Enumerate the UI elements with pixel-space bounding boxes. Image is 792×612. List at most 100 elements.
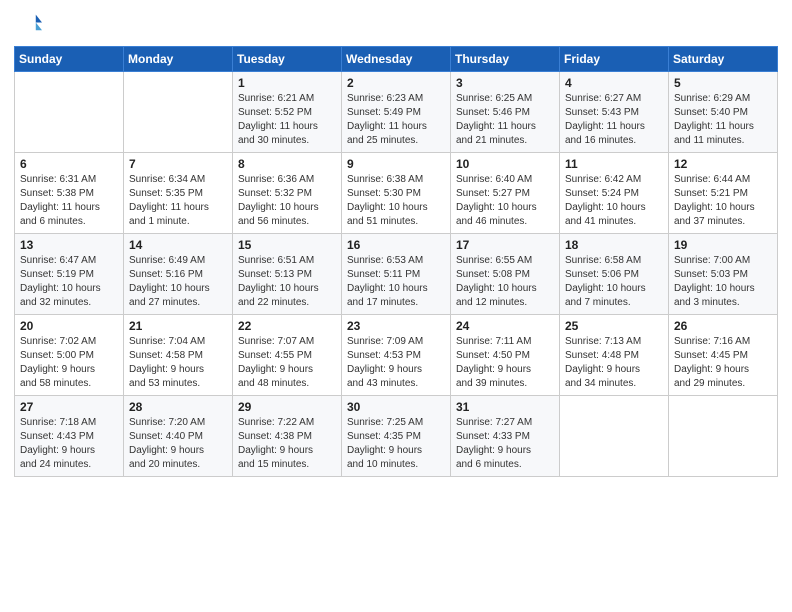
calendar-cell: 23Sunrise: 7:09 AM Sunset: 4:53 PM Dayli… [342,315,451,396]
day-info: Sunrise: 6:53 AM Sunset: 5:11 PM Dayligh… [347,254,445,310]
col-header-friday: Friday [560,47,669,72]
day-number: 31 [456,400,554,414]
day-info: Sunrise: 6:36 AM Sunset: 5:32 PM Dayligh… [238,173,336,229]
day-info: Sunrise: 6:58 AM Sunset: 5:06 PM Dayligh… [565,254,663,310]
day-number: 29 [238,400,336,414]
day-number: 11 [565,157,663,171]
day-info: Sunrise: 6:34 AM Sunset: 5:35 PM Dayligh… [129,173,227,229]
day-info: Sunrise: 6:49 AM Sunset: 5:16 PM Dayligh… [129,254,227,310]
day-number: 28 [129,400,227,414]
col-header-tuesday: Tuesday [233,47,342,72]
day-info: Sunrise: 6:42 AM Sunset: 5:24 PM Dayligh… [565,173,663,229]
day-number: 10 [456,157,554,171]
calendar-cell: 20 Sunrise: 7:02 AM Sunset: 5:00 PM Dayli… [15,315,124,396]
day-info: Sunrise: 6:29 AM Sunset: 5:40 PM Dayligh… [674,92,772,148]
day-info: Sunrise: 6:31 AM Sunset: 5:38 PM Dayligh… [20,173,118,229]
day-number: 20 [20,319,118,333]
day-number: 30 [347,400,445,414]
calendar-header-row: SundayMondayTuesdayWednesdayThursdayFrid… [15,47,778,72]
day-info: Sunrise: 7:00 AM Sunset: 5:03 PM Dayligh… [674,254,772,310]
calendar-cell: 19 Sunrise: 7:00 AM Sunset: 5:03 PM Dayli… [669,234,778,315]
calendar-cell: 2 Sunrise: 6:23 AM Sunset: 5:49 PM Daylig… [342,72,451,153]
day-number: 26 [674,319,772,333]
calendar-cell: 9 Sunrise: 6:38 AM Sunset: 5:30 PM Daylig… [342,153,451,234]
day-info: Sunrise: 7:27 AM Sunset: 4:33 PM Dayligh… [456,416,554,472]
calendar-cell: 5 Sunrise: 6:29 AM Sunset: 5:40 PM Daylig… [669,72,778,153]
calendar-cell: 11 Sunrise: 6:42 AM Sunset: 5:24 PM Dayli… [560,153,669,234]
day-info: Sunrise: 6:38 AM Sunset: 5:30 PM Dayligh… [347,173,445,229]
calendar-cell: 13 Sunrise: 6:47 AM Sunset: 5:19 PM Dayli… [15,234,124,315]
day-number: 18 [565,238,663,252]
calendar-cell: 16Sunrise: 6:53 AM Sunset: 5:11 PM Dayli… [342,234,451,315]
day-info: Sunrise: 6:40 AM Sunset: 5:27 PM Dayligh… [456,173,554,229]
day-number: 6 [20,157,118,171]
calendar-cell: 14Sunrise: 6:49 AM Sunset: 5:16 PM Dayli… [124,234,233,315]
calendar-cell: 7Sunrise: 6:34 AM Sunset: 5:35 PM Daylig… [124,153,233,234]
day-info: Sunrise: 6:55 AM Sunset: 5:08 PM Dayligh… [456,254,554,310]
week-row-3: 13 Sunrise: 6:47 AM Sunset: 5:19 PM Dayli… [15,234,778,315]
day-info: Sunrise: 7:13 AM Sunset: 4:48 PM Dayligh… [565,335,663,391]
day-number: 19 [674,238,772,252]
calendar-cell: 31 Sunrise: 7:27 AM Sunset: 4:33 PM Dayli… [451,396,560,477]
day-info: Sunrise: 7:25 AM Sunset: 4:35 PM Dayligh… [347,416,445,472]
calendar-cell: 21 Sunrise: 7:04 AM Sunset: 4:58 PM Dayli… [124,315,233,396]
day-number: 8 [238,157,336,171]
header [14,10,778,38]
calendar-cell [124,72,233,153]
day-number: 4 [565,76,663,90]
day-info: Sunrise: 6:25 AM Sunset: 5:46 PM Dayligh… [456,92,554,148]
week-row-5: 27 Sunrise: 7:18 AM Sunset: 4:43 PM Dayli… [15,396,778,477]
calendar-cell: 24Sunrise: 7:11 AM Sunset: 4:50 PM Dayli… [451,315,560,396]
day-info: Sunrise: 7:16 AM Sunset: 4:45 PM Dayligh… [674,335,772,391]
day-info: Sunrise: 6:27 AM Sunset: 5:43 PM Dayligh… [565,92,663,148]
day-info: Sunrise: 7:04 AM Sunset: 4:58 PM Dayligh… [129,335,227,391]
day-info: Sunrise: 7:02 AM Sunset: 5:00 PM Dayligh… [20,335,118,391]
calendar-cell: 25 Sunrise: 7:13 AM Sunset: 4:48 PM Dayli… [560,315,669,396]
day-info: Sunrise: 7:18 AM Sunset: 4:43 PM Dayligh… [20,416,118,472]
day-info: Sunrise: 7:07 AM Sunset: 4:55 PM Dayligh… [238,335,336,391]
logo-icon [14,10,42,38]
day-info: Sunrise: 6:47 AM Sunset: 5:19 PM Dayligh… [20,254,118,310]
calendar-cell: 22Sunrise: 7:07 AM Sunset: 4:55 PM Dayli… [233,315,342,396]
day-number: 25 [565,319,663,333]
calendar-cell: 6 Sunrise: 6:31 AM Sunset: 5:38 PM Daylig… [15,153,124,234]
calendar-cell [669,396,778,477]
day-info: Sunrise: 6:44 AM Sunset: 5:21 PM Dayligh… [674,173,772,229]
calendar-table: SundayMondayTuesdayWednesdayThursdayFrid… [14,46,778,477]
calendar-cell: 8 Sunrise: 6:36 AM Sunset: 5:32 PM Daylig… [233,153,342,234]
calendar-cell: 28Sunrise: 7:20 AM Sunset: 4:40 PM Dayli… [124,396,233,477]
day-info: Sunrise: 7:22 AM Sunset: 4:38 PM Dayligh… [238,416,336,472]
day-info: Sunrise: 7:09 AM Sunset: 4:53 PM Dayligh… [347,335,445,391]
day-number: 15 [238,238,336,252]
calendar-cell: 1Sunrise: 6:21 AM Sunset: 5:52 PM Daylig… [233,72,342,153]
day-number: 3 [456,76,554,90]
col-header-sunday: Sunday [15,47,124,72]
day-info: Sunrise: 6:23 AM Sunset: 5:49 PM Dayligh… [347,92,445,148]
day-info: Sunrise: 6:51 AM Sunset: 5:13 PM Dayligh… [238,254,336,310]
day-number: 13 [20,238,118,252]
week-row-2: 6 Sunrise: 6:31 AM Sunset: 5:38 PM Daylig… [15,153,778,234]
calendar-cell: 3 Sunrise: 6:25 AM Sunset: 5:46 PM Daylig… [451,72,560,153]
col-header-monday: Monday [124,47,233,72]
calendar-cell: 17Sunrise: 6:55 AM Sunset: 5:08 PM Dayli… [451,234,560,315]
day-number: 24 [456,319,554,333]
day-number: 1 [238,76,336,90]
calendar-cell: 26 Sunrise: 7:16 AM Sunset: 4:45 PM Dayli… [669,315,778,396]
main-container: SundayMondayTuesdayWednesdayThursdayFrid… [0,0,792,483]
day-number: 27 [20,400,118,414]
calendar-cell: 12Sunrise: 6:44 AM Sunset: 5:21 PM Dayli… [669,153,778,234]
week-row-1: 1Sunrise: 6:21 AM Sunset: 5:52 PM Daylig… [15,72,778,153]
day-number: 2 [347,76,445,90]
day-number: 5 [674,76,772,90]
calendar-cell: 18 Sunrise: 6:58 AM Sunset: 5:06 PM Dayli… [560,234,669,315]
day-number: 21 [129,319,227,333]
day-number: 9 [347,157,445,171]
calendar-cell: 15 Sunrise: 6:51 AM Sunset: 5:13 PM Dayli… [233,234,342,315]
col-header-wednesday: Wednesday [342,47,451,72]
col-header-thursday: Thursday [451,47,560,72]
col-header-saturday: Saturday [669,47,778,72]
week-row-4: 20 Sunrise: 7:02 AM Sunset: 5:00 PM Dayli… [15,315,778,396]
calendar-cell [15,72,124,153]
calendar-cell: 27 Sunrise: 7:18 AM Sunset: 4:43 PM Dayli… [15,396,124,477]
calendar-cell: 30 Sunrise: 7:25 AM Sunset: 4:35 PM Dayli… [342,396,451,477]
